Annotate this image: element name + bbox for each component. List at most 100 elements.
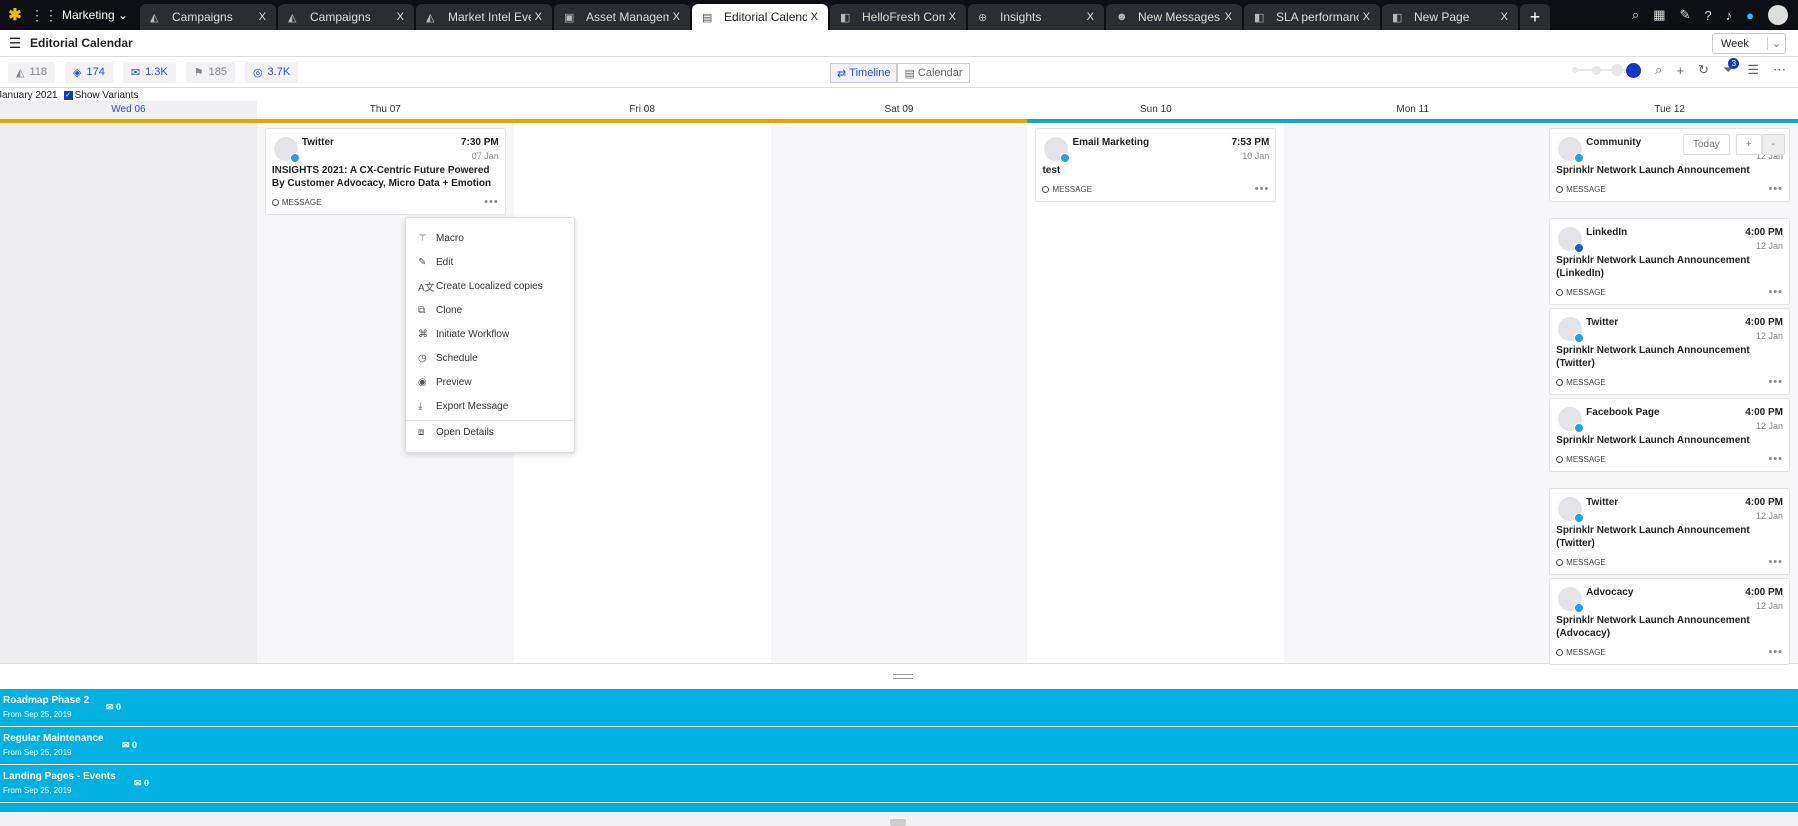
menu-item-schedule[interactable]: ◷ Schedule [406, 346, 574, 370]
apps-grid-icon[interactable]: ⋮⋮ [30, 7, 58, 24]
page-header: ☰ Editorial Calendar Week ⌄ [0, 30, 1798, 57]
more-options-button[interactable]: ••• [1768, 286, 1783, 298]
close-icon[interactable]: X [949, 11, 956, 23]
today-button[interactable]: Today [1683, 134, 1730, 155]
tab-label: New Messages [1138, 10, 1221, 24]
status-circle-icon [1556, 185, 1564, 193]
campaign-row[interactable]: Landing Pages - Events From Sep 25, 2019 ✉… [0, 765, 1798, 803]
close-icon[interactable]: X [1225, 11, 1232, 23]
day-column-wed[interactable] [0, 123, 257, 663]
message-card[interactable]: Advocacy 4:00 PM 12 Jan Sprinklr Network La… [1549, 578, 1791, 665]
search-icon[interactable]: ⌕ [1655, 62, 1662, 78]
close-icon[interactable]: X [1363, 11, 1370, 23]
day-column-sat[interactable] [770, 123, 1028, 663]
campaign-start-date: From Sep 25, 2019 [3, 748, 72, 757]
day-column-mon[interactable] [1284, 123, 1542, 663]
message-card[interactable]: Twitter 7:30 PM 07 Jan INSIGHTS 2021: A CX-… [264, 128, 506, 215]
menu-item-clone[interactable]: ⧉ Clone [406, 298, 574, 322]
stat-flag[interactable]: ⚑ 185 [185, 61, 235, 83]
tab-asset-manageme[interactable]: ▣ Asset Manageme X [554, 4, 690, 30]
tab-new-messages[interactable]: ☻ New Messages X [1106, 4, 1242, 30]
tab-new-page[interactable]: ◧ New Page X [1382, 4, 1518, 30]
campaign-row[interactable]: Roadmap Phase 2 From Sep 25, 2019 ✉ 0 [0, 689, 1798, 727]
help-icon[interactable]: ? [1704, 8, 1711, 23]
show-variants-label: Show Variants [74, 89, 139, 101]
more-options-button[interactable]: ••• [1768, 556, 1783, 568]
close-icon[interactable]: X [811, 11, 818, 23]
refresh-icon[interactable]: ↻ [1698, 62, 1709, 78]
bottom-scrollbar[interactable] [0, 812, 1798, 826]
bell-icon[interactable]: ♪ [1726, 8, 1733, 23]
resize-handle[interactable] [893, 674, 913, 679]
more-options-button[interactable]: ••• [484, 196, 499, 208]
menu-item-edit[interactable]: ✎ Edit [406, 250, 574, 274]
workflow-icon: ⌘ [418, 328, 428, 340]
pencil-icon: ✎ [418, 256, 427, 268]
calendar-view-button[interactable]: ▤ Calendar [897, 63, 970, 83]
sprinklr-logo[interactable]: ✱ [0, 0, 30, 30]
workspace-selector[interactable]: Marketing ⌄ [52, 8, 140, 22]
user-avatar[interactable] [1768, 5, 1788, 25]
message-count: ✉ 0 [122, 740, 137, 751]
add-tab-button[interactable]: + [1520, 4, 1550, 30]
stat-megaphone[interactable]: ◭ 118 [8, 61, 56, 83]
menu-item-label: Export Message [436, 400, 509, 412]
close-icon[interactable]: X [1501, 11, 1508, 23]
tab-insights[interactable]: ⊕ Insights X [968, 4, 1104, 30]
menu-item-initiate-workflow[interactable]: ⌘ Initiate Workflow [406, 322, 574, 346]
stat-message[interactable]: ✉ 1.3K [122, 61, 176, 83]
menu-icon[interactable]: ☰ [0, 35, 30, 52]
zoom-out-button[interactable]: - [1761, 134, 1785, 155]
close-icon[interactable]: X [535, 11, 542, 23]
chat-icon[interactable]: ● [1746, 8, 1754, 23]
more-options-button[interactable]: ••• [1255, 183, 1270, 195]
message-card[interactable]: Email Marketing 7:53 PM 10 Jan test MESSAGE •… [1035, 128, 1277, 202]
tab-campaigns[interactable]: ◭ Campaigns X [278, 4, 414, 30]
tab-market-intel-ever[interactable]: ◭ Market Intel Ever X [416, 4, 552, 30]
show-variants-checkbox[interactable]: ✓ [63, 90, 73, 100]
pencil-icon[interactable]: ✎ [1680, 7, 1691, 23]
tab-campaigns[interactable]: ◭ Campaigns X [140, 4, 276, 30]
message-card[interactable]: LinkedIn 4:00 PM 12 Jan Sprinklr Network La… [1549, 218, 1791, 305]
more-options-button[interactable]: ••• [1768, 376, 1783, 388]
stat-globe[interactable]: ◎ 3.7K [244, 61, 299, 83]
more-options-button[interactable]: ••• [1768, 183, 1783, 195]
message-title: Sprinklr Network Launch Announcement (Li… [1556, 255, 1750, 279]
message-title: Sprinklr Network Launch Announcement (Tw… [1556, 345, 1750, 369]
tab-hellofresh-comp[interactable]: ◧ HelloFresh Comp X [830, 4, 966, 30]
tab-sla-performanc[interactable]: ◧ SLA performanc X [1244, 4, 1380, 30]
message-card[interactable]: Twitter 4:00 PM 12 Jan Sprinklr Network Lau… [1549, 308, 1791, 395]
more-icon[interactable]: ⋯ [1773, 62, 1786, 78]
stat-campaign[interactable]: ◈ 174 [65, 61, 113, 83]
post-date: 07 Jan [471, 151, 499, 161]
channel-badge-icon [1574, 243, 1585, 253]
day-column-sun[interactable]: Email Marketing 7:53 PM 10 Jan test MESSAGE •… [1027, 123, 1284, 663]
tab-editorial-calenda[interactable]: ▤ Editorial Calenda X [692, 4, 828, 30]
columns-icon[interactable]: ☰ [1747, 62, 1759, 78]
add-icon[interactable]: + [1676, 63, 1684, 78]
message-card[interactable]: Facebook Page 4:00 PM 12 Jan Sprinklr Netwo… [1549, 398, 1791, 472]
calendar-icon[interactable]: ▦ [1653, 7, 1665, 23]
menu-item-create-localized-copies[interactable]: A文 Create Localized copies [406, 274, 574, 298]
menu-item-open-details[interactable]: ⧈ Open Details [406, 420, 574, 444]
filter-icon[interactable]: ⏷ 3 [1723, 58, 1740, 78]
menu-item-preview[interactable]: ◉ Preview [406, 370, 574, 394]
day-column-tue[interactable]: Community4:00 PM12 JanSprinklr Network L… [1541, 123, 1798, 665]
campaign-row[interactable]: Regular Maintenance From Sep 25, 2019 ✉ 0 [0, 727, 1798, 765]
agent-icon: ☻ [1116, 11, 1128, 23]
message-card[interactable]: Twitter 4:00 PM 12 Jan Sprinklr Network Lau… [1549, 488, 1791, 575]
zoom-slider[interactable] [1572, 62, 1642, 78]
timeline-view-button[interactable]: ⇄ Timeline [830, 63, 898, 83]
close-icon[interactable]: X [1087, 11, 1094, 23]
close-icon[interactable]: X [673, 11, 680, 23]
more-options-button[interactable]: ••• [1768, 453, 1783, 465]
post-time: 4:00 PM12 Jan [1745, 497, 1784, 521]
zoom-in-button[interactable]: + [1735, 134, 1762, 155]
more-options-button[interactable]: ••• [1768, 646, 1783, 658]
menu-item-macro[interactable]: ⚚ Macro [406, 226, 574, 250]
search-icon[interactable]: ⌕ [1632, 7, 1639, 23]
close-icon[interactable]: X [259, 11, 266, 23]
close-icon[interactable]: X [397, 11, 404, 23]
view-range-select[interactable]: Week ⌄ [1712, 33, 1786, 54]
menu-item-export-message[interactable]: ⤓ Export Message [406, 394, 574, 418]
